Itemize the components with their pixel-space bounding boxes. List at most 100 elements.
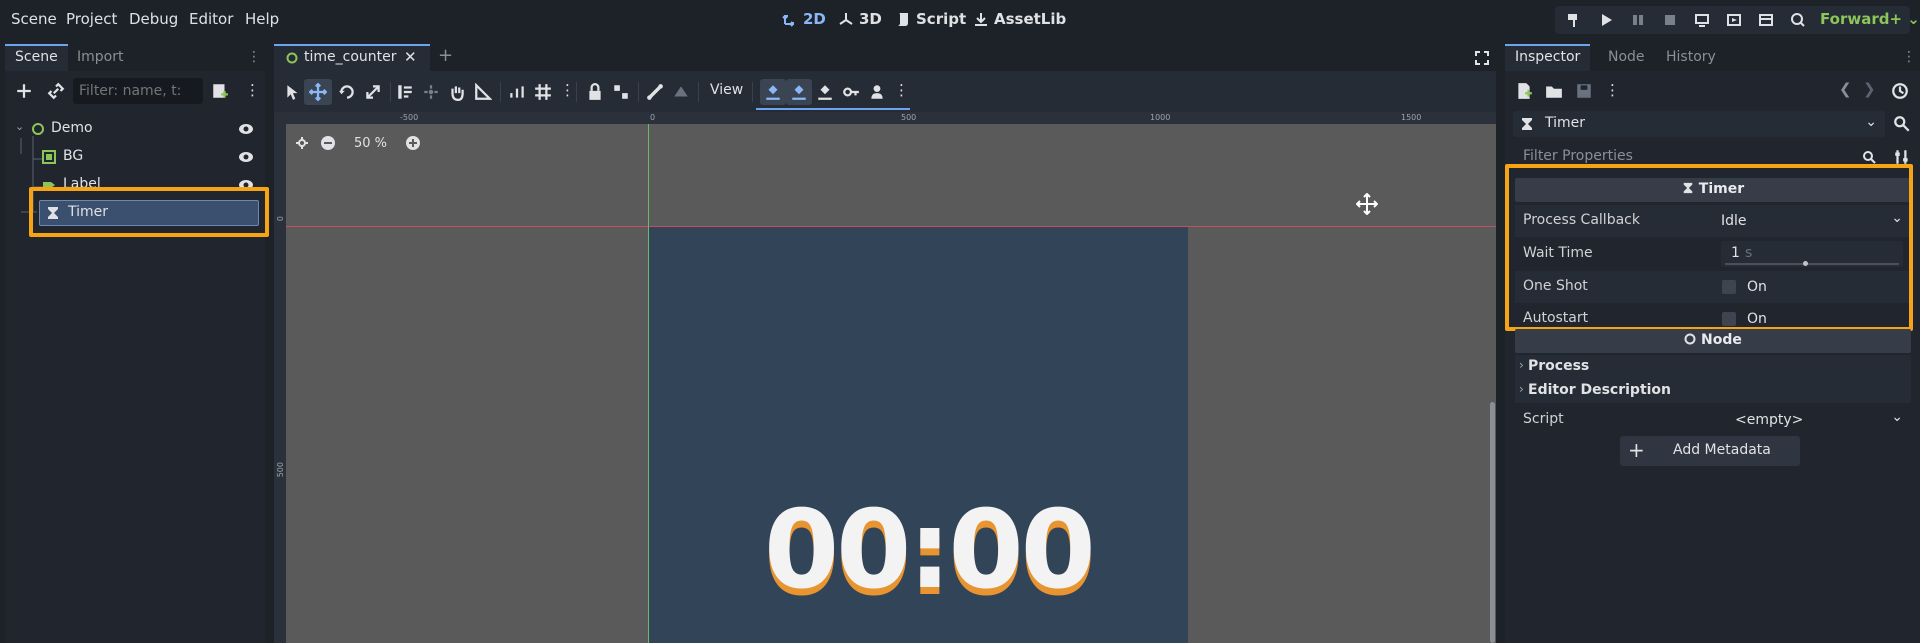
kebab-menu-icon[interactable]: ⋮ — [894, 81, 912, 99]
editor-description-group[interactable]: › Editor Description — [1515, 379, 1911, 403]
ruler-horizontal: -500 0 500 1000 1500 — [274, 112, 1496, 124]
inspector-tabs: Inspector Node History ⋮ — [1505, 44, 1920, 71]
list-select-icon[interactable] — [396, 83, 414, 101]
tab-history[interactable]: History — [1656, 44, 1726, 71]
highlight-box-timer-props — [1505, 164, 1913, 331]
group-icon[interactable] — [612, 83, 630, 101]
select-cursor-icon[interactable] — [284, 83, 302, 101]
menu-scene[interactable]: Scene — [11, 10, 57, 28]
workspace-3d-button[interactable]: 3D — [838, 10, 882, 28]
script-resource-picker[interactable]: <empty> ⌄ — [1715, 407, 1911, 433]
node-section-header[interactable]: Node — [1515, 329, 1911, 353]
workspace-assetlib-button[interactable]: AssetLib — [973, 10, 1066, 28]
menu-help[interactable]: Help — [245, 10, 279, 28]
node-settings-icon[interactable] — [1893, 115, 1911, 133]
stop-icon[interactable] — [1661, 12, 1679, 28]
chevron-down-icon[interactable]: ⌄ — [15, 120, 24, 133]
center-view-icon[interactable] — [294, 135, 310, 151]
vertical-scrollbar[interactable] — [1490, 402, 1495, 643]
hammer-icon[interactable] — [1565, 12, 1583, 28]
load-folder-icon[interactable] — [1545, 82, 1563, 100]
ruler-label: 500 — [901, 113, 917, 122]
new-resource-icon[interactable] — [1515, 82, 1533, 100]
lock-icon[interactable] — [586, 83, 604, 101]
back-icon[interactable]: ❮ — [1839, 80, 1852, 98]
tab-time-counter[interactable]: time_counter ✕ — [274, 44, 430, 71]
keying-underline — [756, 108, 910, 110]
add-node-icon[interactable] — [15, 82, 33, 100]
scene-filter-input[interactable] — [73, 78, 203, 104]
history-icon[interactable] — [1891, 82, 1909, 100]
menu-debug[interactable]: Debug — [129, 10, 178, 28]
tree-item-label: BG — [63, 148, 84, 164]
tab-import[interactable]: Import — [67, 44, 133, 71]
camera-override-icon[interactable] — [672, 83, 690, 101]
move-tool-button[interactable] — [304, 79, 332, 105]
bone-icon[interactable] — [646, 83, 664, 101]
zoom-level[interactable]: 50 % — [346, 136, 395, 151]
play-scene-icon[interactable] — [1725, 12, 1743, 28]
workspace-script-button[interactable]: Script — [895, 10, 966, 28]
clock-label: 00:00 — [764, 488, 1096, 613]
close-icon[interactable]: ✕ — [404, 48, 417, 66]
forward-icon[interactable]: ❯ — [1863, 80, 1876, 98]
key-rotation-toggle[interactable] — [786, 79, 812, 105]
ruler-icon[interactable] — [474, 83, 492, 101]
separator — [390, 82, 391, 102]
add-metadata-button[interactable]: + Add Metadata — [1620, 436, 1800, 466]
tree-item-demo[interactable]: ⌄ Demo — [5, 116, 263, 142]
tree-item-label-node[interactable]: Label — [5, 172, 263, 188]
node2d-circle-icon — [32, 123, 44, 135]
kebab-menu-icon[interactable]: ⋮ — [1902, 49, 1916, 65]
grid-snap-icon[interactable] — [534, 83, 552, 101]
tree-item-bg[interactable]: BG — [5, 144, 263, 170]
canvas-viewport[interactable]: 00:00 -500 0 500 1000 1500 0 500 50 % — [274, 112, 1496, 643]
renderer-selector[interactable]: Forward+ ⌄ — [1820, 10, 1920, 28]
play-custom-scene-icon[interactable] — [1757, 12, 1775, 28]
add-tab-icon[interactable]: + — [438, 45, 453, 66]
tree-item-label: Demo — [51, 120, 93, 136]
movie-maker-icon[interactable] — [1789, 12, 1807, 28]
zoom-in-icon[interactable] — [405, 135, 421, 151]
rotate-icon[interactable] — [338, 83, 356, 101]
play-icon[interactable] — [1597, 12, 1615, 28]
attach-script-icon[interactable] — [211, 82, 229, 100]
ruler-label: 500 — [276, 462, 285, 478]
smart-snap-icon[interactable] — [508, 83, 526, 101]
y-axis-line — [648, 112, 649, 643]
zoom-out-icon[interactable] — [320, 135, 336, 151]
link-icon[interactable] — [47, 82, 65, 100]
kebab-menu-icon[interactable]: ⋮ — [247, 49, 261, 65]
remote-debug-icon[interactable] — [1693, 12, 1711, 28]
menu-editor[interactable]: Editor — [189, 10, 233, 28]
pan-hand-icon[interactable] — [448, 83, 466, 101]
menu-project[interactable]: Project — [66, 10, 117, 28]
group-label: Editor Description — [1528, 382, 1672, 398]
workspace-2d-button[interactable]: 2D — [782, 10, 826, 28]
key-position-toggle[interactable] — [760, 79, 786, 105]
save-icon[interactable] — [1575, 82, 1593, 100]
object-selector[interactable]: Timer ⌄ — [1513, 111, 1885, 137]
colorrect-icon — [42, 150, 56, 164]
tab-inspector[interactable]: Inspector — [1505, 44, 1591, 71]
search-icon — [1863, 151, 1876, 164]
visibility-eye-icon[interactable] — [238, 150, 254, 164]
move-cursor-icon — [1356, 193, 1378, 215]
insert-key-icon[interactable] — [842, 83, 860, 101]
auto-key-icon[interactable] — [868, 83, 886, 101]
fullscreen-icon[interactable] — [1474, 50, 1490, 66]
pivot-icon[interactable] — [422, 83, 440, 101]
scene-tabs: time_counter ✕ + — [274, 44, 1496, 71]
pause-icon[interactable] — [1629, 12, 1647, 28]
kebab-menu-icon[interactable]: ⋮ — [1605, 81, 1623, 99]
tab-scene[interactable]: Scene — [5, 44, 68, 71]
visibility-eye-icon[interactable] — [238, 122, 254, 136]
kebab-menu-icon[interactable]: ⋮ — [245, 81, 263, 99]
tab-node[interactable]: Node — [1598, 44, 1655, 71]
view-menu[interactable]: View — [710, 82, 743, 98]
process-group[interactable]: › Process — [1515, 355, 1911, 379]
separator — [500, 82, 501, 102]
scale-icon[interactable] — [364, 83, 382, 101]
scene-dock-tabs: Scene Import ⋮ — [5, 44, 265, 71]
key-scale-icon[interactable] — [816, 83, 834, 101]
